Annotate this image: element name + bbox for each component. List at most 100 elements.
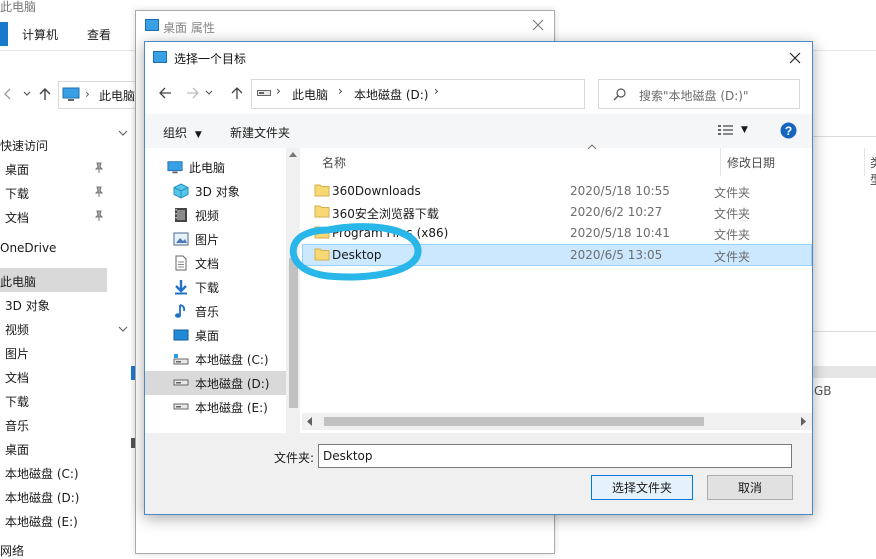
tree-item-this-pc[interactable]: 此电脑 [167, 155, 279, 179]
folder-field[interactable]: Desktop [318, 444, 792, 468]
file-type: 文件夹 [714, 228, 751, 242]
sidebar-item-3d-objects[interactable]: 3D 对象 [5, 297, 50, 314]
tree-label: 音乐 [195, 304, 220, 319]
new-folder-button[interactable]: 新建文件夹 [230, 124, 290, 141]
sidebar-item-videos[interactable]: 视频 [5, 321, 29, 338]
tree-item-drive-e[interactable]: 本地磁盘 (E:) [173, 395, 285, 419]
chevron-right-icon[interactable]: › [276, 84, 281, 98]
sidebar-item-this-pc[interactable]: 此电脑 [0, 273, 36, 290]
table-row[interactable]: 360安全浏览器下载 2020/6/2 10:27 文件夹 [302, 202, 802, 223]
tree-item-downloads[interactable]: 下载 [173, 275, 285, 299]
3d-objects-icon [173, 183, 189, 199]
background-address-bar[interactable]: › 此电脑 [58, 81, 139, 109]
tree-label: 桌面 [195, 328, 220, 343]
tree-item-drive-d[interactable]: 本地磁盘 (D:) [173, 371, 285, 395]
table-row-selected[interactable]: Desktop 2020/6/5 13:05 文件夹 [302, 245, 802, 266]
tree-item-videos[interactable]: 视频 [173, 203, 285, 227]
size-fragment: GB [814, 384, 832, 398]
view-options-icon[interactable] [717, 123, 735, 137]
file-name: Desktop [332, 248, 382, 262]
help-icon[interactable]: ? [780, 122, 797, 139]
dialog-content: 此电脑 3D 对象 视频 图片 文档 下载 音乐 桌面 本地磁盘 (C:) 本地… [145, 144, 876, 433]
dialog-titlebar[interactable]: 选择一个目标 [145, 42, 812, 72]
sidebar-item-quick-access[interactable]: 快速访问 [0, 137, 48, 154]
sidebar-item-downloads[interactable]: 下载 [5, 185, 29, 202]
scroll-right-icon[interactable] [801, 417, 807, 426]
tree-scroll-thumb[interactable] [289, 258, 298, 408]
file-type: 文件夹 [714, 207, 751, 221]
tree-item-music[interactable]: 音乐 [173, 299, 285, 323]
close-icon[interactable] [784, 47, 806, 69]
tree-item-3d-objects[interactable]: 3D 对象 [173, 179, 285, 203]
chevron-down-icon[interactable] [203, 81, 215, 105]
tree-label: 本地磁盘 (E:) [195, 400, 268, 415]
drive-icon [173, 375, 189, 391]
file-date: 2020/6/5 13:05 [570, 248, 663, 262]
column-divider[interactable] [720, 148, 721, 176]
table-row[interactable]: 360Downloads 2020/5/18 10:55 文件夹 [302, 181, 802, 202]
tree-item-drive-c[interactable]: 本地磁盘 (C:) [173, 347, 285, 371]
window-icon [145, 19, 159, 31]
breadcrumb-drive-d[interactable]: 本地磁盘 (D:) [354, 86, 428, 103]
column-divider[interactable] [864, 148, 865, 176]
tree-label: 下载 [195, 280, 220, 295]
column-header-type[interactable]: 类型 [870, 154, 876, 188]
back-arrow-icon[interactable] [0, 86, 16, 102]
chevron-right-icon: › [85, 87, 90, 101]
tree-label: 本地磁盘 (D:) [195, 376, 270, 391]
sidebar-item-onedrive[interactable]: OneDrive [0, 241, 56, 255]
sidebar-item-network[interactable]: 网络 [0, 542, 24, 559]
tree-label: 文档 [195, 256, 220, 271]
tree-item-pictures[interactable]: 图片 [173, 227, 285, 251]
cancel-button[interactable]: 取消 [707, 475, 793, 500]
sidebar-item-downloads-2[interactable]: 下载 [5, 393, 29, 410]
sidebar-item-documents[interactable]: 文档 [5, 209, 29, 226]
sidebar-item-drive-d[interactable]: 本地磁盘 (D:) [5, 489, 79, 506]
close-icon[interactable] [528, 15, 548, 35]
pictures-icon [173, 231, 189, 247]
desktop-icon [173, 327, 189, 343]
sidebar-item-drive-e[interactable]: 本地磁盘 (E:) [5, 513, 78, 530]
scroll-left-icon[interactable] [306, 417, 312, 426]
file-name: 360安全浏览器下载 [332, 207, 439, 221]
chevron-right-icon[interactable]: › [338, 84, 343, 98]
sidebar-item-desktop[interactable]: 桌面 [5, 161, 29, 178]
tree-item-documents[interactable]: 文档 [173, 251, 285, 275]
folder-icon [314, 225, 330, 239]
table-row[interactable]: Program Files (x86) 2020/5/18 10:41 文件夹 [302, 223, 802, 244]
tree-label: 此电脑 [189, 160, 226, 175]
chevron-down-icon[interactable] [118, 128, 128, 138]
tree-item-desktop[interactable]: 桌面 [173, 323, 285, 347]
horizontal-scroll-thumb[interactable] [324, 417, 704, 426]
video-icon [173, 207, 189, 223]
chevron-right-icon[interactable]: › [434, 84, 439, 98]
column-header-date[interactable]: 修改日期 [727, 154, 775, 171]
sidebar-item-music[interactable]: 音乐 [5, 417, 29, 434]
column-header-name[interactable]: 名称 [322, 154, 346, 171]
sidebar-item-pictures[interactable]: 图片 [5, 345, 29, 362]
sort-ascending-icon [587, 144, 597, 150]
breadcrumb-this-pc[interactable]: 此电脑 [292, 86, 328, 103]
scroll-up-icon[interactable] [289, 151, 297, 157]
up-arrow-icon[interactable] [225, 81, 249, 105]
back-arrow-icon[interactable] [153, 81, 177, 105]
caret-down-icon[interactable]: ▼ [741, 125, 748, 135]
horizontal-scrollbar[interactable] [302, 413, 812, 430]
select-folder-button[interactable]: 选择文件夹 [591, 475, 693, 500]
file-date: 2020/5/18 10:41 [570, 226, 670, 240]
forward-arrow-icon[interactable] [181, 81, 205, 105]
address-bar[interactable]: › 此电脑 › 本地磁盘 (D:) › [251, 79, 677, 109]
search-input[interactable]: 搜索"本地磁盘 (D:)" [598, 79, 800, 109]
tree-label: 图片 [195, 232, 220, 247]
tree-label: 3D 对象 [195, 184, 240, 199]
chevron-down-icon[interactable] [118, 324, 128, 334]
tree-label: 本地磁盘 (C:) [195, 352, 269, 367]
sidebar-item-documents-2[interactable]: 文档 [5, 369, 29, 386]
organize-button[interactable]: 组织 ▼ [163, 124, 202, 141]
sidebar-item-desktop-2[interactable]: 桌面 [5, 441, 29, 458]
sidebar-item-drive-c[interactable]: 本地磁盘 (C:) [5, 465, 79, 482]
svg-text:?: ? [785, 124, 792, 138]
recent-locations-icon[interactable] [22, 86, 32, 102]
computer-icon [62, 86, 80, 102]
up-arrow-icon[interactable] [37, 86, 53, 102]
